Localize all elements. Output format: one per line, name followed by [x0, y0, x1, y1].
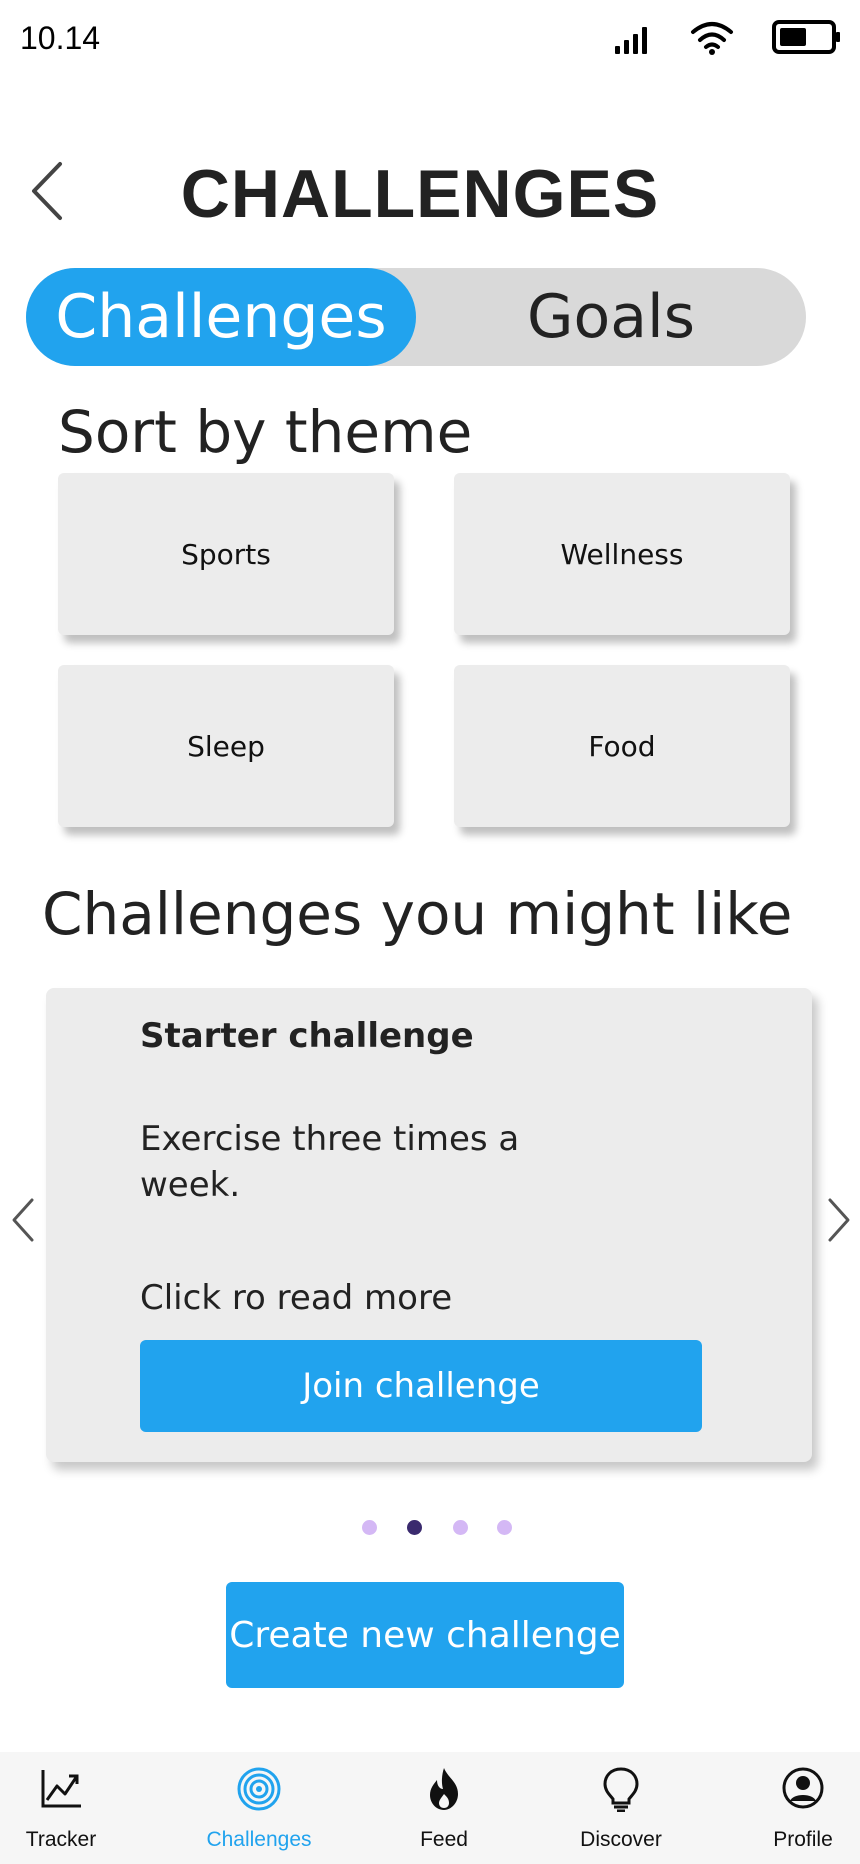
tab-goals[interactable]: Goals	[416, 268, 806, 366]
segmented-control: Challenges Goals	[26, 268, 806, 366]
tabbar-item-tracker[interactable]: Tracker	[0, 1752, 131, 1864]
challenge-card-description: Exercise three times a week.	[140, 1119, 520, 1205]
carousel-prev-icon[interactable]	[8, 1196, 38, 1244]
pagination-dot[interactable]	[453, 1520, 468, 1535]
tabbar-label: Feed	[420, 1828, 468, 1851]
status-bar: 10.14	[0, 0, 860, 80]
create-challenge-button[interactable]: Create new challenge	[226, 1582, 624, 1688]
recommended-heading: Challenges you might like	[42, 880, 793, 948]
page-title: CHALLENGES	[180, 156, 660, 232]
sort-by-theme-heading: Sort by theme	[58, 398, 473, 466]
pagination-dot[interactable]	[362, 1520, 377, 1535]
join-challenge-button[interactable]: Join challenge	[140, 1340, 702, 1432]
challenge-card[interactable]: Starter challenge Exercise three times a…	[46, 988, 812, 1462]
tabbar-item-challenges[interactable]: Challenges	[189, 1752, 329, 1864]
tabbar-item-discover[interactable]: Discover	[551, 1752, 691, 1864]
target-icon	[237, 1767, 281, 1811]
bottom-tab-bar: Tracker Challenges Feed Discover Profile	[0, 1752, 860, 1864]
tabbar-item-profile[interactable]: Profile	[733, 1752, 860, 1864]
status-time: 10.14	[20, 20, 101, 56]
challenge-card-read-more[interactable]: Click ro read more	[140, 1278, 452, 1318]
theme-card-sports[interactable]: Sports	[58, 473, 394, 635]
pagination-dot[interactable]	[497, 1520, 512, 1535]
tabbar-item-feed[interactable]: Feed	[374, 1752, 514, 1864]
lightbulb-icon	[603, 1767, 639, 1812]
tab-challenges[interactable]: Challenges	[26, 268, 416, 366]
signal-icon	[615, 26, 651, 54]
tabbar-label: Discover	[580, 1828, 662, 1851]
battery-icon	[772, 20, 840, 54]
challenge-card-title: Starter challenge	[140, 1016, 474, 1056]
fire-icon	[430, 1768, 458, 1810]
pagination-dot[interactable]	[407, 1520, 422, 1535]
theme-card-food[interactable]: Food	[454, 665, 790, 827]
user-circle-icon	[782, 1767, 824, 1809]
tabbar-label: Challenges	[206, 1828, 312, 1851]
theme-card-wellness[interactable]: Wellness	[454, 473, 790, 635]
wifi-icon	[691, 22, 733, 55]
tabbar-label: Profile	[773, 1828, 833, 1851]
theme-card-sleep[interactable]: Sleep	[58, 665, 394, 827]
tabbar-label: Tracker	[25, 1828, 97, 1851]
carousel-next-icon[interactable]	[824, 1196, 854, 1244]
chart-line-icon	[41, 1770, 81, 1808]
